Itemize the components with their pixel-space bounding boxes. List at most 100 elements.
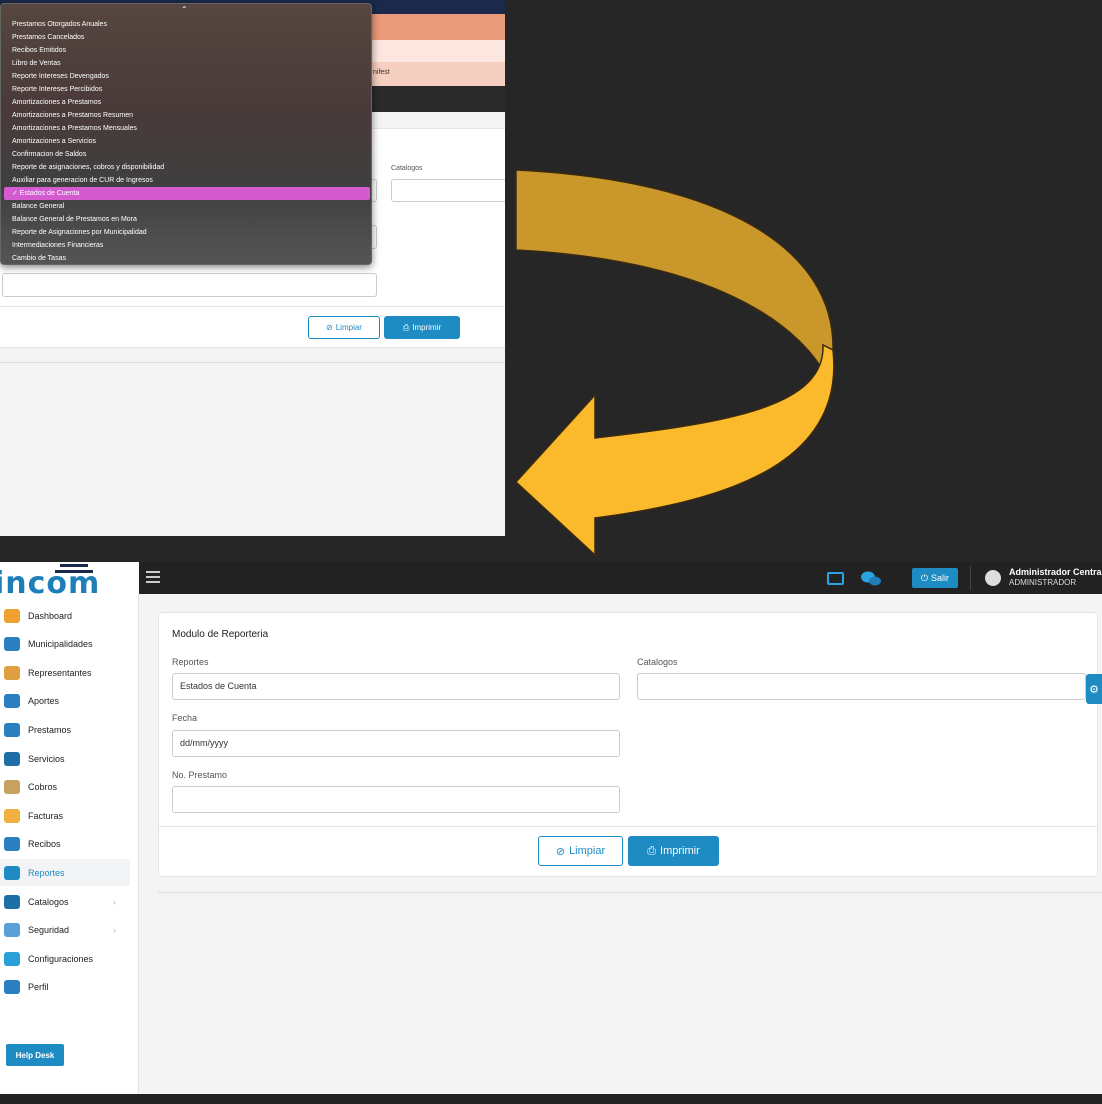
imprimir-button[interactable]: ⎙ Imprimir bbox=[628, 836, 719, 866]
printer-icon: ⎙ bbox=[647, 844, 657, 857]
divider bbox=[0, 306, 505, 307]
dropdown-option[interactable]: Amortizaciones a Prestamos Resumen bbox=[1, 109, 373, 122]
imprimir-label: Imprimir bbox=[660, 845, 700, 857]
catalogos-label: Catalogos bbox=[391, 165, 423, 172]
sidebar-item-label: Configuraciones bbox=[28, 953, 94, 964]
sidebar-item-recibos[interactable]: Recibos bbox=[0, 831, 130, 858]
sidebar-item-servicios[interactable]: Servicios bbox=[0, 745, 130, 772]
user-role: ADMINISTRADOR bbox=[1009, 578, 1077, 587]
sidebar-item-label: Perfil bbox=[28, 982, 49, 993]
chevron-up-icon[interactable]: ⌃ bbox=[181, 5, 188, 14]
sidebar-item-seguridad[interactable]: Seguridad › bbox=[0, 917, 130, 944]
sidebar-item-label: Seguridad bbox=[28, 925, 70, 936]
user-name: Administrador Central bbox=[1009, 567, 1102, 577]
dropdown-options: Prestamos Otorgados Anuales Prestamos Can… bbox=[1, 18, 373, 265]
chevron-right-icon: › bbox=[113, 896, 116, 907]
fecha-input[interactable]: dd/mm/yyyy bbox=[172, 730, 620, 757]
sidebar: Perfil Configuraciones Seguridad › Catalogos… bbox=[0, 594, 139, 1104]
monitor-icon[interactable] bbox=[827, 572, 844, 585]
sidebar-item-configuraciones[interactable]: Configuraciones bbox=[0, 945, 130, 972]
reportes-dropdown[interactable]: ⌃ Prestamos Otorgados Anuales Prestamos C… bbox=[0, 3, 372, 265]
app-topbar: incom ⏻ Salir Administrador Central ADMIN… bbox=[0, 562, 1102, 594]
catalogos-label: Catalogos bbox=[637, 657, 678, 667]
sidebar-item-representantes[interactable]: Representantes bbox=[0, 659, 130, 686]
dropdown-option[interactable]: Amortizaciones a Servicios bbox=[1, 135, 373, 148]
limpiar-label: Limpiar bbox=[335, 323, 362, 332]
sidebar-item-facturas[interactable]: Facturas bbox=[0, 802, 130, 829]
sidebar-item-label: Representantes bbox=[28, 667, 92, 678]
sidebar-item-label: Reportes bbox=[28, 867, 65, 878]
logo-text: incom bbox=[0, 566, 101, 594]
printer-icon: ⎙ bbox=[402, 322, 410, 332]
curved-arrow-icon bbox=[514, 169, 835, 557]
dropdown-option[interactable]: Cambio de Tasas bbox=[1, 252, 373, 265]
top-screenshot: nifest Catalogos ⊘ Limpiar ⎙ Imprimir ⌃ Pr… bbox=[0, 0, 505, 536]
page-title: Modulo de Reporteria bbox=[172, 629, 269, 640]
dropdown-option[interactable]: ✓ Estados de Cuenta bbox=[4, 187, 370, 200]
dropdown-option[interactable]: Reporte de Asignaciones por Municipalida… bbox=[1, 226, 373, 239]
sidebar-item-catalogos[interactable]: Catalogos › bbox=[0, 888, 130, 915]
fecha-label: Fecha bbox=[172, 713, 198, 723]
prestamo-input[interactable] bbox=[172, 786, 620, 813]
gear-icon[interactable]: ⚙ bbox=[1086, 674, 1102, 704]
salir-button[interactable]: ⏻ Salir bbox=[912, 568, 958, 588]
dropdown-option[interactable]: Reporte Intereses Percibidos bbox=[1, 83, 373, 96]
help-desk-button[interactable]: Help Desk bbox=[6, 1044, 64, 1066]
user-icon bbox=[4, 980, 20, 995]
report-module-card: Modulo de Reporteria Reportes Estados de… bbox=[158, 612, 1098, 877]
dropdown-option[interactable]: Reporte Intereses Devengados bbox=[1, 70, 373, 83]
dropdown-option[interactable]: Amortizaciones a Prestamos bbox=[1, 96, 373, 109]
limpiar-button[interactable]: ⊘ Limpiar bbox=[308, 316, 380, 339]
dropdown-option[interactable]: Auxiliar para generacion de CUR de Ingre… bbox=[1, 174, 373, 187]
dropdown-option[interactable]: Balance General bbox=[1, 200, 373, 213]
dropdown-option[interactable]: Balance General de Prestamos en Mora bbox=[1, 213, 373, 226]
sidebar-item-cobros[interactable]: Cobros bbox=[0, 774, 130, 801]
prestamo-input[interactable] bbox=[2, 273, 377, 297]
sidebar-item-dashboard[interactable]: Dashboard bbox=[0, 602, 130, 629]
invoice-icon bbox=[4, 808, 20, 823]
imprimir-label: Imprimir bbox=[412, 323, 442, 332]
moneybag-icon bbox=[4, 780, 20, 795]
sidebar-item-label: Prestamos bbox=[28, 724, 72, 735]
cash-icon bbox=[4, 722, 20, 737]
dropdown-option[interactable]: Recibos Emitidos bbox=[1, 44, 373, 57]
building-icon bbox=[4, 637, 20, 652]
app-logo[interactable]: incom bbox=[0, 562, 139, 594]
sidebar-item-label: Dashboard bbox=[28, 610, 73, 621]
avatar[interactable] bbox=[985, 570, 1001, 586]
content-divider bbox=[158, 892, 1102, 893]
header-separator bbox=[970, 566, 971, 590]
sidebar-item-reportes[interactable]: Reportes bbox=[0, 859, 130, 887]
dropdown-option[interactable]: Libro de Ventas bbox=[1, 57, 373, 70]
dropdown-option[interactable]: Reporte de asignaciones, cobros y dispon… bbox=[1, 161, 373, 174]
sidebar-item-label: Catalogos bbox=[28, 896, 69, 907]
sidebar-item-aportes[interactable]: Aportes bbox=[0, 688, 130, 715]
sidebar-item-prestamos[interactable]: Prestamos bbox=[0, 716, 130, 743]
catalogos-select[interactable] bbox=[637, 673, 1086, 700]
limpiar-button[interactable]: ⊘ Limpiar bbox=[538, 836, 623, 866]
dropdown-option[interactable]: Intermediaciones Financieras bbox=[1, 239, 373, 252]
salir-label: Salir bbox=[931, 573, 950, 583]
limpiar-label: Limpiar bbox=[569, 845, 606, 857]
sidebar-item-label: Municipalidades bbox=[28, 639, 93, 650]
chat-icon[interactable] bbox=[860, 571, 882, 586]
imprimir-button[interactable]: ⎙ Imprimir bbox=[384, 316, 460, 339]
dropdown-option[interactable]: Prestamos Otorgados Anuales bbox=[1, 18, 373, 31]
layers-icon bbox=[4, 751, 20, 766]
sidebar-item-municipalidades[interactable]: Municipalidades bbox=[0, 631, 130, 658]
catalogos-select[interactable] bbox=[391, 179, 505, 202]
coins-icon bbox=[4, 694, 20, 709]
reportes-select[interactable]: Estados de Cuenta bbox=[172, 673, 620, 700]
power-icon: ⏻ bbox=[920, 572, 929, 583]
footer-bar bbox=[0, 1094, 1102, 1104]
ban-icon: ⊘ bbox=[555, 845, 566, 858]
sidebar-item-label: Cobros bbox=[28, 782, 58, 793]
reportes-label: Reportes bbox=[172, 657, 209, 667]
sidebar-item-label: Aportes bbox=[28, 696, 60, 707]
dropdown-option[interactable]: Confirmacion de Saldos bbox=[1, 148, 373, 161]
menu-toggle-icon[interactable] bbox=[146, 571, 160, 583]
dropdown-option[interactable]: Prestamos Cancelados bbox=[1, 31, 373, 44]
chevron-right-icon: › bbox=[113, 925, 116, 936]
sidebar-item-perfil[interactable]: Perfil bbox=[0, 974, 130, 1001]
dropdown-option[interactable]: Amortizaciones a Prestamos Mensuales bbox=[1, 122, 373, 135]
